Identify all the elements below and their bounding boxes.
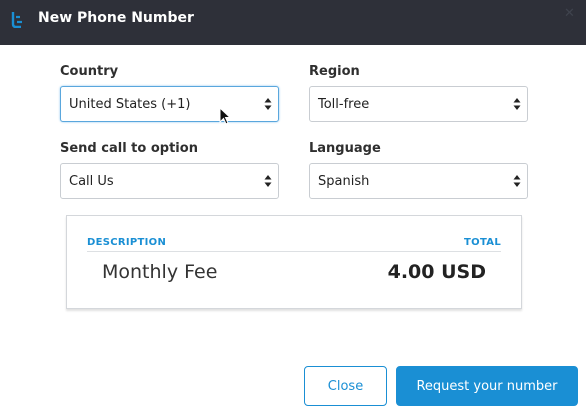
region-label: Region <box>309 64 360 79</box>
country-select-value: United States (+1) <box>69 96 191 112</box>
language-select[interactable]: Spanish <box>309 163 528 199</box>
select-arrows-icon <box>264 98 272 110</box>
summary-row-total: 4.00 USD <box>387 261 486 283</box>
select-arrows-icon <box>513 98 521 110</box>
region-select[interactable]: Toll-free <box>309 86 528 122</box>
total-column-header: TOTAL <box>464 237 501 248</box>
send-call-label: Send call to option <box>60 141 198 156</box>
country-select[interactable]: United States (+1) <box>60 86 279 122</box>
region-select-value: Toll-free <box>318 96 370 112</box>
country-label: Country <box>60 64 119 79</box>
request-number-button[interactable]: Request your number <box>396 366 578 406</box>
send-call-select-value: Call Us <box>69 173 114 189</box>
dialog-title: New Phone Number <box>38 10 194 26</box>
select-arrows-icon <box>513 175 521 187</box>
summary-divider <box>87 251 501 252</box>
price-summary: DESCRIPTION TOTAL Monthly Fee 4.00 USD <box>66 215 522 309</box>
description-column-header: DESCRIPTION <box>87 237 167 248</box>
close-button[interactable]: Close <box>304 366 387 406</box>
language-select-value: Spanish <box>318 173 370 189</box>
send-call-select[interactable]: Call Us <box>60 163 279 199</box>
dialog-titlebar: New Phone Number ✕ <box>0 0 586 45</box>
language-label: Language <box>309 141 381 156</box>
app-logo-icon <box>11 12 22 28</box>
select-arrows-icon <box>264 175 272 187</box>
mouse-cursor-icon <box>219 107 231 125</box>
close-icon[interactable]: ✕ <box>564 7 576 20</box>
summary-row-description: Monthly Fee <box>102 261 218 283</box>
